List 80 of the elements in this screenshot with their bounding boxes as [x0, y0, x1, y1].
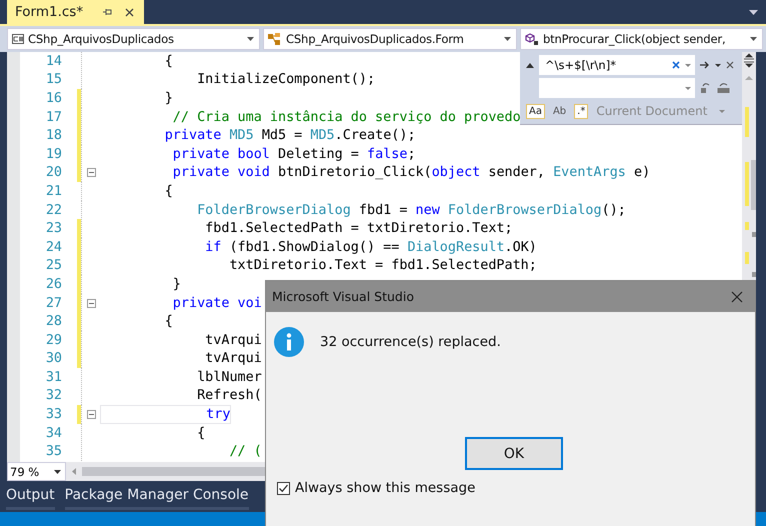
replace-all-icon[interactable] [717, 82, 730, 94]
code-line: fbd1.SelectedPath = txtDiretorio.Text; [204, 220, 513, 238]
code-line: // ( [228, 443, 262, 460]
code-line: tvArqui [204, 350, 262, 368]
csharp-file-icon [12, 34, 24, 44]
code-line: { [164, 313, 173, 330]
line-number: 29 [44, 332, 62, 348]
line-number: 31 [44, 370, 62, 385]
ok-button[interactable]: OK [465, 437, 563, 470]
line-number: 21 [44, 184, 62, 199]
line-number: 25 [44, 258, 62, 274]
line-number: 34 [44, 426, 62, 441]
find-next-icon[interactable] [700, 61, 710, 69]
line-number: 17 [44, 110, 62, 125]
code-line: tvArqui [204, 332, 262, 349]
line-number: 15 [44, 72, 62, 88]
code-line: InitializeComponent(); [196, 71, 376, 88]
option-toggle[interactable]: Ab [550, 104, 570, 118]
caret-icon [750, 37, 757, 41]
line-number: 28 [44, 314, 62, 330]
option-toggle[interactable]: Aa [526, 104, 545, 118]
code-line: { [164, 52, 173, 70]
line-number: 27 [44, 296, 62, 311]
line-number: 16 [44, 90, 62, 106]
info-icon [274, 327, 304, 357]
method-icon [525, 32, 539, 46]
code-line: private void btnDiretorio_Click(object sender, EventArgs e) [172, 164, 650, 182]
code-line: private MD5 Md5 = MD5.Create(); [164, 127, 416, 144]
code-line: Refresh( [196, 387, 262, 404]
caret-icon [504, 37, 511, 41]
close-icon[interactable] [125, 8, 134, 16]
line-number: 35 [44, 444, 62, 460]
line-number: 26 [44, 276, 62, 292]
close-icon[interactable] [726, 61, 734, 69]
code-line: if (fbd1.ShowDialog() == DialogResult.OK) [204, 238, 537, 256]
checkbox[interactable] [277, 482, 290, 494]
find-field[interactable]: ^\s+$[\r\n]* [539, 55, 695, 75]
zoom-dropdown[interactable]: 79 % [7, 462, 66, 481]
line-number: 18 [44, 128, 62, 144]
line-number: 32 [44, 388, 62, 404]
code-line: } [172, 276, 181, 293]
line-number: 30 [44, 351, 62, 366]
code-line: { [196, 424, 206, 442]
collapse-icon[interactable] [86, 168, 96, 178]
dialog-message: 32 occurrence(s) replaced. [320, 334, 501, 350]
navigation-dropdown[interactable]: CShp_ArquivosDuplicados.Form [263, 28, 517, 50]
line-number: 14 [44, 54, 62, 69]
checkbox-label: Always show this message [295, 480, 476, 496]
collapse-icon[interactable] [526, 62, 534, 68]
replace-field[interactable] [539, 78, 695, 98]
close-icon[interactable] [731, 290, 743, 302]
code-line: FolderBrowserDialog fbd1 = new FolderBrowserDialog(); [196, 202, 626, 219]
dropdown-icon[interactable] [715, 64, 721, 66]
dropdown-icon[interactable] [749, 10, 758, 14]
line-number: 19 [44, 146, 62, 162]
collapse-icon[interactable] [86, 410, 96, 420]
line-number: 24 [44, 240, 62, 255]
line-number: 33 [44, 407, 62, 422]
line-number: 22 [44, 202, 62, 218]
pin-icon[interactable] [103, 8, 114, 16]
code-line: private voi [172, 294, 262, 312]
caret-icon [247, 37, 254, 41]
line-number: 23 [44, 221, 62, 236]
code-line: // Cria uma instância do serviço do provedo [172, 108, 521, 126]
caret-icon [54, 470, 61, 474]
code-line: private bool Deleting = false; [172, 146, 416, 163]
line-number: 20 [44, 165, 62, 180]
code-line: } [164, 90, 173, 107]
clear-icon[interactable] [672, 61, 680, 69]
navigation-dropdown[interactable]: btnProcurar_Click(object sender, [520, 28, 763, 50]
document-tab[interactable]: Form1.cs* [7, 0, 144, 24]
collapse-icon[interactable] [86, 298, 96, 308]
class-icon [268, 33, 282, 45]
code-line: lblNumer [196, 368, 262, 386]
code-line: txtDiretorio.Text = fbd1.SelectedPath; [228, 257, 537, 274]
option-toggle[interactable]: .* [574, 104, 588, 118]
replace-next-icon[interactable] [700, 82, 712, 94]
navigation-dropdown[interactable]: CShp_ArquivosDuplicados [7, 28, 260, 50]
code-line: { [164, 182, 173, 200]
dialog-title: Microsoft Visual Studio [272, 289, 414, 304]
